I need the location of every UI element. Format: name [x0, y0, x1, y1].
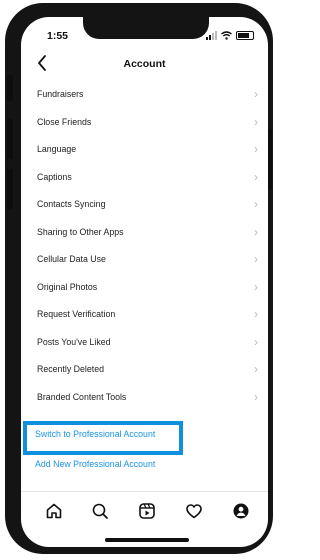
list-item-label: Contacts Syncing: [37, 199, 106, 209]
list-item-label: Original Photos: [37, 281, 98, 292]
chevron-right-icon: ›: [254, 279, 258, 294]
heart-icon: [186, 504, 202, 519]
chevron-right-icon: ›: [254, 87, 258, 101]
profile-icon: [233, 503, 249, 519]
screen: 1:55 Account Fundraisers › Close Friends ›: [21, 17, 268, 547]
tab-home[interactable]: [45, 502, 63, 520]
list-item-captions[interactable]: Captions ›: [21, 164, 268, 192]
chevron-right-icon: ›: [254, 197, 258, 211]
list-item-language[interactable]: Language ›: [21, 136, 268, 164]
chevron-right-icon: ›: [254, 142, 258, 156]
chevron-right-icon: ›: [254, 334, 258, 349]
status-icons: [206, 31, 254, 40]
list-item-label: Captions: [37, 171, 72, 182]
list-item-label: Request Verification: [37, 309, 116, 319]
chevron-right-icon: ›: [254, 252, 258, 266]
mute-switch: [7, 75, 13, 101]
list-item-posts-liked[interactable]: Posts You've Liked ›: [21, 329, 268, 357]
chevron-right-icon: ›: [254, 362, 258, 376]
list-item-label: Close Friends: [37, 116, 92, 127]
list-item-label: Cellular Data Use: [37, 254, 106, 264]
list-item-branded-content-tools[interactable]: Branded Content Tools ›: [21, 384, 268, 412]
search-icon: [92, 503, 108, 519]
add-professional-link[interactable]: Add New Professional Account: [35, 459, 155, 469]
home-icon: [46, 503, 62, 519]
list-item-recently-deleted[interactable]: Recently Deleted ›: [21, 356, 268, 384]
list-item-fundraisers[interactable]: Fundraisers ›: [21, 81, 268, 109]
switch-professional-link[interactable]: Switch to Professional Account: [35, 429, 155, 439]
list-item-contacts-syncing[interactable]: Contacts Syncing ›: [21, 191, 268, 219]
volume-up-button: [7, 119, 13, 159]
tab-reels[interactable]: [138, 502, 156, 520]
chevron-right-icon: ›: [254, 169, 258, 184]
list-item-original-photos[interactable]: Original Photos ›: [21, 274, 268, 302]
list-item-request-verification[interactable]: Request Verification ›: [21, 301, 268, 329]
signal-icon: [206, 31, 217, 40]
tab-profile[interactable]: [232, 502, 250, 520]
wifi-icon: [221, 31, 232, 40]
bottom-tab-bar: [21, 491, 268, 532]
chevron-right-icon: ›: [254, 224, 258, 239]
list-item-label: Sharing to Other Apps: [37, 226, 124, 237]
notch: [83, 17, 209, 39]
status-time: 1:55: [47, 30, 69, 42]
chevron-right-icon: ›: [254, 307, 258, 321]
tab-activity[interactable]: [185, 502, 203, 520]
home-indicator: [105, 538, 189, 542]
chevron-right-icon: ›: [254, 389, 258, 404]
list-item-close-friends[interactable]: Close Friends ›: [21, 109, 268, 137]
tab-search[interactable]: [91, 502, 109, 520]
list-item-label: Posts You've Liked: [37, 336, 111, 347]
list-item-label: Recently Deleted: [37, 364, 104, 374]
list-item-cellular-data-use[interactable]: Cellular Data Use ›: [21, 246, 268, 274]
page-title: Account: [123, 58, 166, 70]
list-item-label: Fundraisers: [37, 89, 84, 99]
list-item-sharing-to-other-apps[interactable]: Sharing to Other Apps ›: [21, 219, 268, 247]
list-item-label: Language: [37, 144, 77, 154]
battery-icon: [236, 31, 254, 40]
volume-down-button: [7, 169, 13, 209]
reels-icon: [139, 503, 155, 519]
list-item-label: Branded Content Tools: [37, 391, 127, 402]
header: Account: [21, 53, 268, 83]
phone-frame: 1:55 Account Fundraisers › Close Friends ›: [5, 3, 273, 554]
chevron-right-icon: ›: [254, 114, 258, 129]
settings-list: Fundraisers › Close Friends › Language › Ca…: [21, 81, 268, 411]
